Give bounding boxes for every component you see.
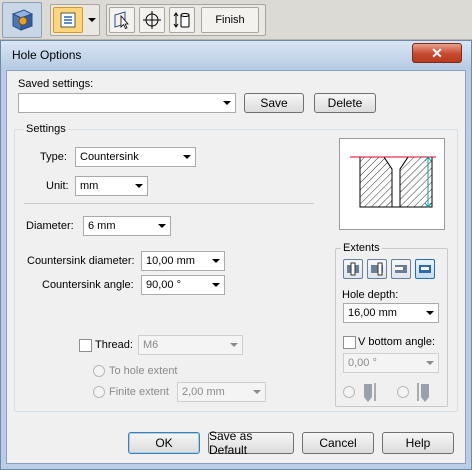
extent-step-button[interactable] xyxy=(169,7,195,33)
crosshair-icon xyxy=(143,11,161,29)
chevron-down-icon xyxy=(158,224,166,228)
delete-label: Delete xyxy=(327,96,363,110)
countersink-angle-label: Countersink angle: xyxy=(42,279,134,291)
type-label: Type: xyxy=(40,151,67,163)
app-cube-icon xyxy=(11,9,34,31)
from-to-icon xyxy=(371,262,383,276)
hole-options-dropdown[interactable] xyxy=(86,9,98,31)
flat-bottom-icon xyxy=(362,381,376,403)
finite-extent-icon xyxy=(419,265,431,273)
chevron-down-icon xyxy=(230,343,238,347)
thread-value: M6 xyxy=(143,339,159,351)
finite-extent-value: 2,00 mm xyxy=(182,386,225,398)
dropdown-arrow-icon xyxy=(88,18,96,22)
chevron-down-icon xyxy=(426,311,434,315)
extent-through-all-button[interactable] xyxy=(391,259,411,279)
through-next-icon xyxy=(347,262,359,276)
dialog-title: Hole Options xyxy=(12,48,82,62)
type-combo[interactable]: Countersink xyxy=(75,147,196,167)
save-label: Save xyxy=(260,96,288,110)
settings-separator xyxy=(24,203,314,204)
ok-button[interactable]: OK xyxy=(128,432,200,454)
extent-from-to-button[interactable] xyxy=(367,259,387,279)
ok-label: OK xyxy=(155,436,173,450)
unit-value: mm xyxy=(80,180,99,192)
finite-extent-radio[interactable] xyxy=(93,386,105,398)
v-bottom-label: V bottom angle: xyxy=(358,336,436,348)
extent-finite-button[interactable] xyxy=(415,259,435,279)
save-button[interactable]: Save xyxy=(244,93,304,113)
hole-depth-value: 16,00 mm xyxy=(348,307,397,319)
plane-step-button[interactable] xyxy=(139,7,165,33)
to-hole-extent-label: To hole extent xyxy=(109,365,178,377)
countersink-diameter-combo[interactable]: 10,00 mm xyxy=(141,251,225,271)
finite-extent-combo[interactable]: 2,00 mm xyxy=(177,382,266,402)
unit-combo[interactable]: mm xyxy=(75,176,148,196)
chevron-down-icon xyxy=(212,259,220,263)
countersink-hole-preview-icon xyxy=(350,156,436,208)
diameter-label: Diameter: xyxy=(26,220,74,232)
diameter-value: 6 mm xyxy=(88,220,116,232)
chevron-down-icon xyxy=(212,283,220,287)
hole-preview xyxy=(339,138,445,230)
chevron-down-icon xyxy=(253,390,261,394)
chevron-down-icon xyxy=(426,361,434,365)
v-bottom-depth-icon xyxy=(416,381,432,403)
chevron-down-icon xyxy=(183,155,191,159)
countersink-angle-combo[interactable]: 90,00 ° xyxy=(141,275,225,295)
thread-combo[interactable]: M6 xyxy=(138,335,243,355)
chevron-down-icon xyxy=(135,184,143,188)
hole-depth-label: Hole depth: xyxy=(342,289,399,301)
v-bottom-type-radio-1[interactable] xyxy=(343,386,355,398)
save-as-default-label: Save as Default xyxy=(209,429,253,457)
v-bottom-combo[interactable]: 0,00 ° xyxy=(343,353,439,373)
v-bottom-type-radio-2[interactable] xyxy=(397,386,409,398)
close-button[interactable]: ✕ xyxy=(412,43,462,63)
diameter-combo[interactable]: 6 mm xyxy=(83,216,171,236)
thread-checkbox[interactable] xyxy=(79,339,92,352)
countersink-diameter-value: 10,00 mm xyxy=(146,255,195,267)
extent-icon xyxy=(173,12,190,28)
app-cube-button[interactable] xyxy=(2,2,42,38)
cancel-label: Cancel xyxy=(319,436,357,450)
hole-options-button[interactable] xyxy=(53,7,83,33)
hole-depth-combo[interactable]: 16,00 mm xyxy=(343,303,439,323)
close-icon: ✕ xyxy=(431,44,443,61)
help-button[interactable]: Help xyxy=(382,432,454,454)
unit-label: Unit: xyxy=(46,180,69,192)
help-label: Help xyxy=(405,436,431,450)
countersink-diameter-label: Countersink diameter: xyxy=(27,255,135,267)
hole-options-icon xyxy=(60,12,76,28)
to-hole-extent-radio[interactable] xyxy=(93,365,105,377)
v-bottom-checkbox[interactable] xyxy=(343,336,356,349)
select-step-button[interactable] xyxy=(109,7,135,33)
select-cursor-icon xyxy=(114,11,129,30)
extents-group-label: Extents xyxy=(341,242,382,254)
thread-label: Thread: xyxy=(95,339,133,351)
countersink-angle-value: 90,00 ° xyxy=(146,279,181,291)
through-all-icon xyxy=(395,265,407,273)
settings-group-label: Settings xyxy=(24,123,68,135)
chevron-down-icon xyxy=(223,101,231,105)
save-as-default-button[interactable]: Save as Default xyxy=(208,429,294,457)
finish-label: Finish xyxy=(215,14,245,26)
delete-button[interactable]: Delete xyxy=(314,93,376,113)
cancel-button[interactable]: Cancel xyxy=(302,432,374,454)
extent-through-next-button[interactable] xyxy=(343,259,363,279)
type-value: Countersink xyxy=(80,151,139,163)
v-bottom-value: 0,00 ° xyxy=(348,357,377,369)
finish-button[interactable]: Finish xyxy=(201,7,259,33)
saved-settings-combo[interactable] xyxy=(18,93,236,113)
saved-settings-label: Saved settings: xyxy=(18,78,94,90)
finite-extent-label: Finite extent xyxy=(109,386,169,398)
